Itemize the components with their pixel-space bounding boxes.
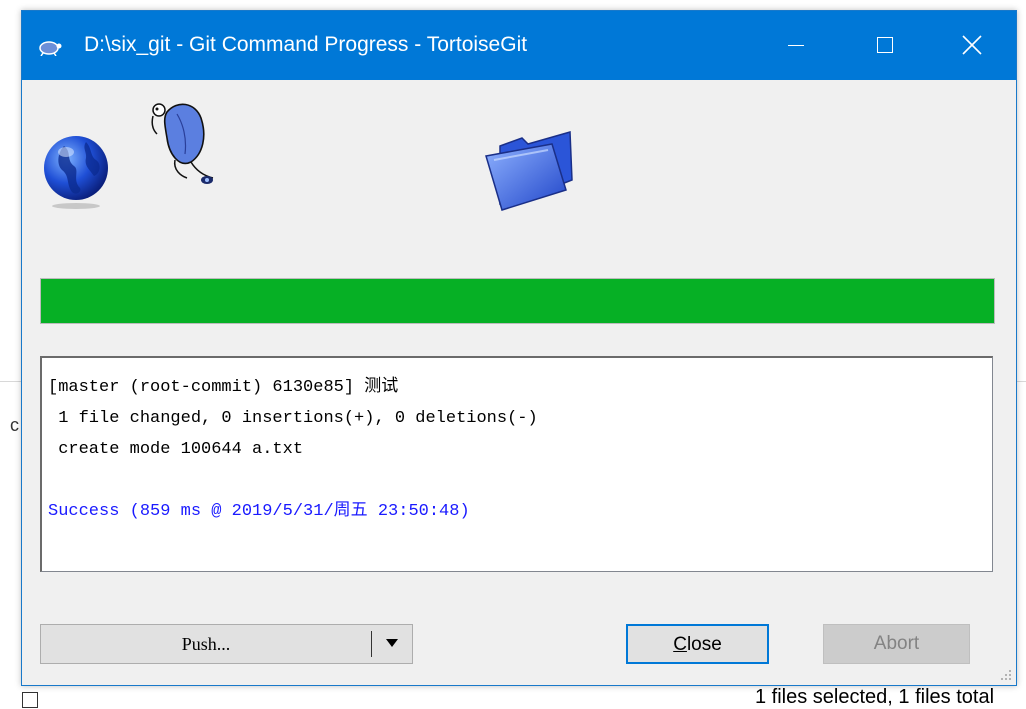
progress-bar-fill [41,279,994,323]
log-line: create mode 100644 a.txt [48,440,304,459]
background-status-text: 1 files selected, 1 files total [755,686,995,708]
progress-dialog: D:\six_git - Git Command Progress - Tort… [21,10,1017,686]
push-button[interactable]: Push... [41,625,371,663]
turtle-icon [151,103,214,184]
push-dropdown-button[interactable] [372,625,412,663]
close-button-label: lose [686,634,722,655]
minimize-button[interactable] [752,11,840,80]
close-button-mnemonic: C [673,634,687,655]
title-bar[interactable]: D:\six_git - Git Command Progress - Tort… [22,11,1016,80]
globe-icon [44,136,108,209]
close-button[interactable]: Close [626,624,769,664]
success-line: Success (859 ms @ 2019/5/31/周五 23:50:48) [48,502,470,521]
abort-button[interactable]: Abort [823,624,970,664]
log-line: 1 file changed, 0 insertions(+), 0 delet… [48,409,538,428]
resize-grip-icon[interactable] [1000,669,1012,681]
log-line: [master (root-commit) 6130e85] 测试 [48,378,399,397]
dialog-body: [master (root-commit) 6130e85] 测试 1 file… [22,80,1016,685]
background-checkbox[interactable] [22,692,38,708]
background-text-left: c [10,415,19,435]
close-icon [962,35,982,55]
folder-icon [485,131,573,211]
progress-bar [40,278,995,324]
output-log[interactable]: [master (root-commit) 6130e85] 测试 1 file… [40,356,993,572]
push-split-button[interactable]: Push... [40,624,413,664]
triangle-down-icon [386,639,398,647]
maximize-button[interactable] [840,11,928,80]
window-title: D:\six_git - Git Command Progress - Tort… [84,33,528,56]
tortoise-icon [39,41,62,56]
close-window-button[interactable] [928,11,1016,80]
